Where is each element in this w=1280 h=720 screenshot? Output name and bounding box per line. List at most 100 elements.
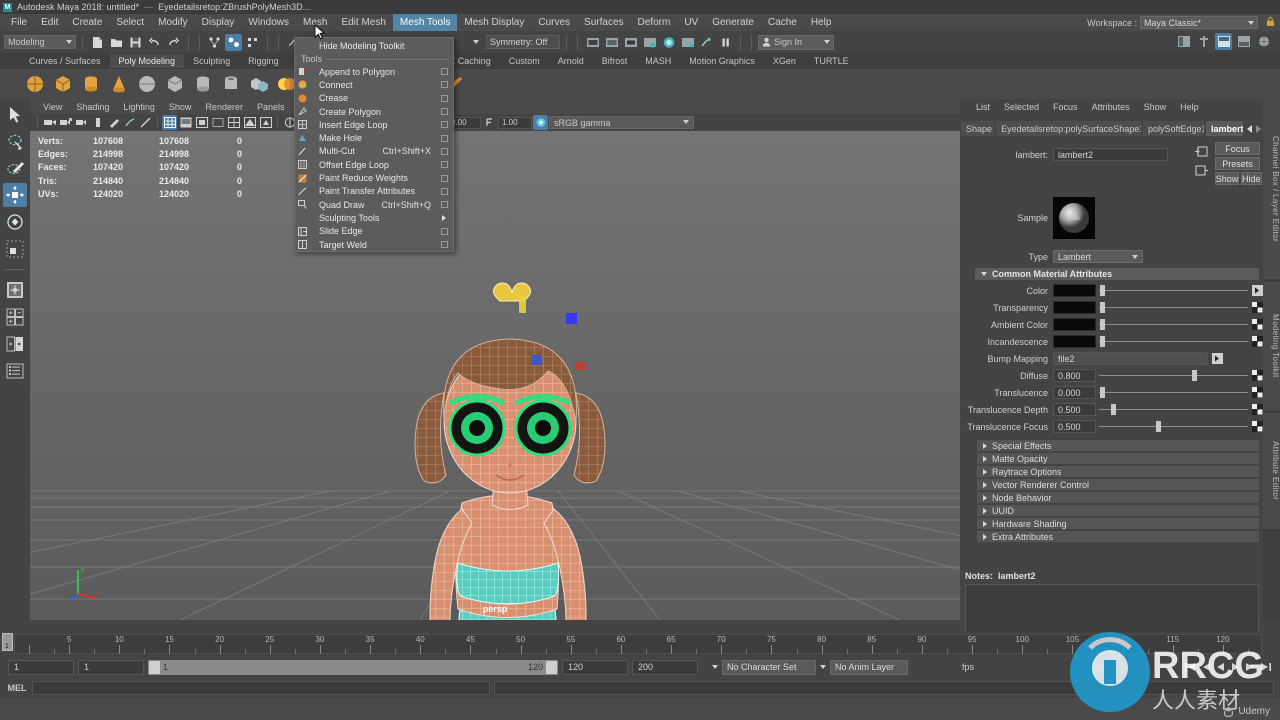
ambient-color-swatch[interactable] [1053, 318, 1096, 331]
chevron-down-icon[interactable] [820, 665, 826, 669]
ae-menu-list[interactable]: List [969, 101, 997, 113]
menu-item-multi-cut[interactable]: Multi-Cut Ctrl+Shift+X [295, 145, 453, 158]
menu-set-select[interactable]: Modeling [4, 35, 76, 49]
four-view-layout-icon[interactable] [3, 278, 27, 302]
menu-item-crease[interactable]: Crease [295, 92, 453, 105]
sphere-grey-icon[interactable] [136, 73, 158, 95]
presets-button[interactable]: Presets [1215, 157, 1260, 170]
cylinder-primitive-icon[interactable] [80, 73, 102, 95]
option-box-checkbox[interactable] [441, 201, 448, 209]
hypershade-layout-icon[interactable] [1235, 33, 1252, 50]
cone-primitive-icon[interactable] [108, 73, 130, 95]
use-lights-icon[interactable] [258, 115, 273, 130]
shelf-tab-mash[interactable]: MASH [636, 54, 680, 68]
menu-edit[interactable]: Edit [34, 14, 65, 31]
ae-menu-focus[interactable]: Focus [1046, 101, 1085, 113]
incandescence-slider[interactable] [1099, 335, 1248, 348]
menu-item-make-hole[interactable]: Make Hole [295, 131, 453, 144]
range-slider-left-handle[interactable] [149, 660, 160, 674]
cube-grey-icon[interactable] [164, 73, 186, 95]
vtab-modeling-toolkit[interactable]: Modeling Toolkit [1263, 282, 1280, 410]
translucence-slider[interactable] [1099, 386, 1248, 399]
cylinder-grey-icon[interactable] [192, 73, 214, 95]
redo-icon[interactable] [165, 34, 182, 51]
outliner-layout-icon[interactable] [3, 359, 27, 383]
menu-uv[interactable]: UV [677, 14, 705, 31]
gamma-icon[interactable] [482, 115, 497, 130]
translucence-depth-slider[interactable] [1099, 403, 1248, 416]
ae-tab-scroll-arrows[interactable] [1245, 121, 1263, 136]
ae-menu-selected[interactable]: Selected [997, 101, 1046, 113]
map-button-icon[interactable] [1252, 285, 1263, 296]
viewport-menu-shading[interactable]: Shading [69, 101, 116, 113]
shelf-tab-arnold[interactable]: Arnold [549, 54, 593, 68]
two-d-pan-zoom-icon[interactable] [106, 115, 121, 130]
menu-windows[interactable]: Windows [241, 14, 296, 31]
current-time-indicator[interactable]: 1 [2, 633, 13, 651]
render-settings-icon[interactable] [622, 34, 639, 51]
bounding-box-icon[interactable] [210, 115, 225, 130]
checker-map-icon[interactable] [1252, 370, 1263, 381]
option-box-checkbox[interactable] [441, 134, 448, 142]
section-vector-renderer-control[interactable]: Vector Renderer Control [977, 479, 1259, 490]
wireframe-on-shaded-icon[interactable] [226, 115, 241, 130]
output-connection-icon[interactable] [1195, 165, 1208, 176]
translucence-field[interactable]: 0.000 [1053, 386, 1096, 399]
menu-help[interactable]: Help [804, 14, 839, 31]
section-hardware-shading[interactable]: Hardware Shading [977, 518, 1259, 529]
menu-item-paint-reduce-weights[interactable]: Paint Reduce Weights [295, 171, 453, 184]
checker-map-icon[interactable] [1252, 336, 1263, 347]
anim-layer-select[interactable]: No Anim Layer [830, 659, 908, 675]
scale-tool-icon[interactable] [3, 237, 27, 261]
shelf-tab-motion-graphics[interactable]: Motion Graphics [680, 54, 764, 68]
menu-display[interactable]: Display [195, 14, 242, 31]
textured-icon[interactable] [242, 115, 257, 130]
hide-button[interactable]: Hide [1241, 172, 1262, 185]
character-set-select[interactable]: No Character Set [722, 659, 816, 675]
checker-map-icon[interactable] [1252, 319, 1263, 330]
node-name-field[interactable]: lambert2 [1053, 148, 1168, 161]
render-view-icon[interactable] [641, 34, 658, 51]
select-by-hierarchy-icon[interactable] [206, 34, 223, 51]
option-box-checkbox[interactable] [441, 227, 448, 235]
cube-primitive-icon[interactable] [52, 73, 74, 95]
move-tool-icon[interactable] [3, 183, 27, 207]
ae-tab-polysurfaceshape1[interactable]: Eyedetailsretop:polySurfaceShape1 [996, 121, 1141, 136]
viewport-menu-show[interactable]: Show [162, 101, 199, 113]
two-pane-layout-icon[interactable] [3, 332, 27, 356]
color-management-icon[interactable] [533, 115, 548, 130]
checker-map-icon[interactable] [1252, 387, 1263, 398]
color-space-select[interactable]: sRGB gamma [549, 116, 694, 129]
menu-item-connect[interactable]: Connect [295, 78, 453, 91]
menu-edit-mesh[interactable]: Edit Mesh [334, 14, 392, 31]
diffuse-field[interactable]: 0.800 [1053, 369, 1096, 382]
focus-button[interactable]: Focus [1215, 142, 1260, 155]
menu-item-append-to-polygon[interactable]: Append to Polygon [295, 65, 453, 78]
time-slider[interactable]: 5 10 15 20 25 30 35 40 45 50 55 60 65 70 75 80 85 90 95 100… [0, 632, 1280, 656]
shelf-tab-poly-modeling[interactable]: Poly Modeling [109, 54, 185, 68]
menu-item-paint-transfer-attributes[interactable]: Paint Transfer Attributes [295, 185, 453, 198]
material-sample-swatch[interactable] [1053, 197, 1095, 239]
lock-icon[interactable] [1266, 16, 1275, 27]
ambient-color-slider[interactable] [1099, 318, 1248, 331]
notes-textarea[interactable] [965, 584, 1259, 634]
pipe-primitive-icon[interactable] [220, 73, 242, 95]
playback-start-field[interactable]: 1 [78, 659, 144, 675]
anim-end-field[interactable]: 120 [562, 659, 628, 675]
incandescence-swatch[interactable] [1053, 335, 1096, 348]
translucence-focus-slider[interactable] [1099, 420, 1248, 433]
menu-create[interactable]: Create [65, 14, 109, 31]
option-box-checkbox[interactable] [441, 108, 448, 116]
timeline-track[interactable]: 5 10 15 20 25 30 35 40 45 50 55 60 65 70 75 80 85 90 95 100… [14, 634, 1262, 654]
symmetry-icon[interactable] [467, 34, 484, 51]
go-to-start-icon[interactable] [1184, 661, 1197, 673]
option-box-checkbox[interactable] [441, 94, 448, 102]
menu-item-offset-edge-loop[interactable]: Offset Edge Loop [295, 158, 453, 171]
shelf-tab-sculpting[interactable]: Sculpting [184, 54, 239, 68]
option-box-checkbox[interactable] [441, 187, 448, 195]
select-tool-icon[interactable] [3, 102, 27, 126]
menu-item-slide-edge[interactable]: Slide Edge [295, 225, 453, 238]
viewport-menu-panels[interactable]: Panels [250, 101, 292, 113]
rotate-tool-icon[interactable] [3, 210, 27, 234]
section-special-effects[interactable]: Special Effects [977, 440, 1259, 451]
